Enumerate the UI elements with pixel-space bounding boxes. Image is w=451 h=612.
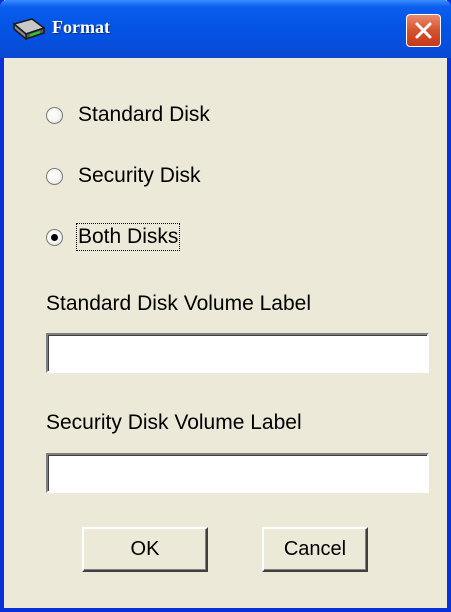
- standard-volume-label-caption: Standard Disk Volume Label: [46, 292, 311, 315]
- close-button[interactable]: [406, 14, 441, 47]
- radio-button-selected[interactable]: [46, 228, 63, 246]
- security-volume-label-input[interactable]: [46, 453, 429, 493]
- radio-label-standard-disk: Standard Disk: [78, 103, 210, 126]
- radio-label-both-disks: Both Disks: [75, 223, 181, 251]
- drive-icon: [12, 16, 46, 42]
- ok-button[interactable]: OK: [82, 527, 208, 572]
- security-volume-label-caption: Security Disk Volume Label: [46, 411, 302, 434]
- radio-standard-disk[interactable]: Standard Disk: [46, 101, 211, 129]
- format-dialog: Format Standard Disk Security Disk Both …: [0, 0, 451, 612]
- cancel-button[interactable]: Cancel: [262, 527, 368, 572]
- title-bar[interactable]: Format: [0, 0, 451, 58]
- radio-button[interactable]: [46, 106, 63, 124]
- radio-both-disks[interactable]: Both Disks: [46, 223, 181, 251]
- radio-label-security-disk: Security Disk: [78, 164, 201, 187]
- radio-button[interactable]: [46, 167, 63, 185]
- close-icon: [415, 22, 432, 39]
- standard-volume-label-input[interactable]: [46, 333, 429, 373]
- window-title: Format: [52, 17, 110, 37]
- radio-security-disk[interactable]: Security Disk: [46, 162, 202, 190]
